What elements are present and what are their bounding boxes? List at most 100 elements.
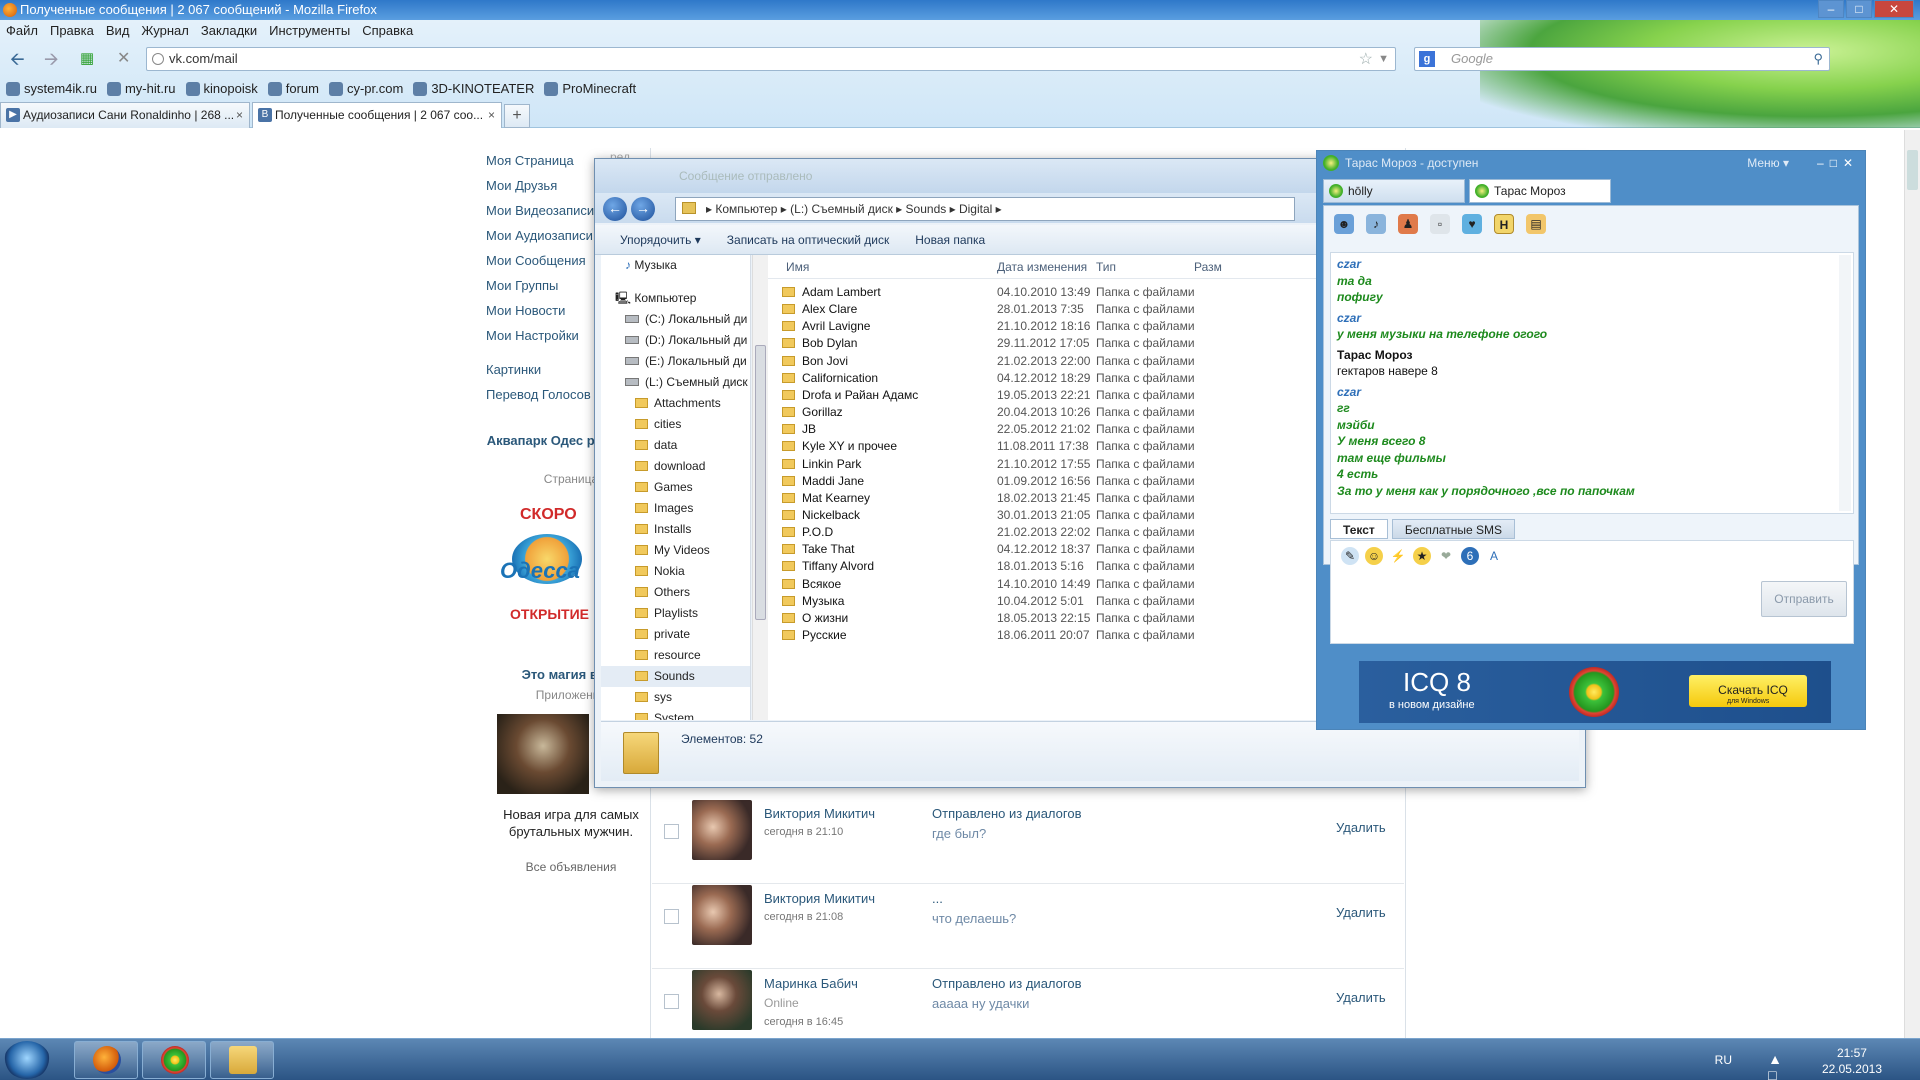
contact-tab[interactable]: Тарас Мороз [1469,179,1611,203]
taskbar-firefox[interactable] [74,1041,138,1079]
tree-item[interactable]: Playlists [601,603,750,624]
menu-item[interactable]: Вид [106,20,130,42]
tree-item[interactable]: Installs [601,519,750,540]
toolbar-button[interactable]: Записать на оптический диск [727,225,890,254]
menu-item[interactable]: Файл [6,20,38,42]
delete-link[interactable]: Удалить [1336,990,1386,1005]
tree-item[interactable]: Images [601,498,750,519]
sender-name[interactable]: Виктория Микитич [764,806,875,821]
contacts-icon[interactable]: ♟ [1398,214,1418,234]
tray-icons[interactable]: ▲ □ ♪ [1768,1051,1782,1080]
tree-item[interactable]: My Videos [601,540,750,561]
microphone-icon[interactable]: ♪ [1366,214,1386,234]
tree-scrollbar[interactable] [752,255,768,720]
message-preview[interactable]: что делаешь? [932,911,1016,926]
back-arrow-icon[interactable]: ← [603,197,627,221]
close-icon[interactable]: × [488,103,495,127]
profile-icon[interactable]: ☻ [1334,214,1354,234]
breadcrumb-separator-icon[interactable]: ▸ [893,202,906,216]
tree-item[interactable]: (D:) Локальный ди [601,330,750,351]
icq-menu[interactable]: Меню ▾ [1747,151,1789,175]
lightning-icon[interactable]: ⚡ [1389,547,1407,565]
page-scrollbar[interactable] [1904,130,1920,1040]
avatar[interactable] [692,970,752,1030]
breadcrumb-segment[interactable]: Компьютер [715,202,777,216]
sender-name[interactable]: Виктория Микитич [764,891,875,906]
chevron-down-icon[interactable]: ▼ [1378,48,1389,70]
message-checkbox[interactable] [664,994,679,1009]
tree-item[interactable]: (E:) Локальный ди [601,351,750,372]
bookmark-item[interactable]: cy-pr.com [328,78,403,100]
message-subject[interactable]: ... [932,891,943,906]
browser-tab[interactable]: B Полученные сообщения | 2 067 соо... × [252,102,502,128]
scrollbar-thumb[interactable] [1907,150,1918,190]
breadcrumb-separator-icon[interactable]: ▸ [777,202,790,216]
avatar[interactable] [692,800,752,860]
breadcrumb-separator-icon[interactable]: ▸ [946,202,959,216]
menu-item[interactable]: Инструменты [269,20,350,42]
close-button[interactable]: ✕ [1874,0,1914,18]
send-button[interactable]: Отправить [1761,581,1847,617]
delete-link[interactable]: Удалить [1336,820,1386,835]
breadcrumb-segment[interactable]: Sounds [906,202,947,216]
bookmark-item[interactable]: ProMinecraft [544,78,636,100]
tree-item[interactable]: ♪ Музыка [601,255,750,276]
column-header[interactable]: Имя [786,255,809,279]
bookmark-item[interactable]: forum [267,78,319,100]
smiley-icon[interactable]: ☺ [1365,547,1383,565]
explorer-address-bar[interactable]: ▸ Компьютер ▸ (L:) Съемный диск ▸ Sounds… [675,197,1295,221]
translate-icon[interactable]: 6 [1461,547,1479,565]
close-icon[interactable]: × [236,103,243,127]
menu-item[interactable]: Справка [362,20,413,42]
tree-item[interactable]: (L:) Съемный диск [601,372,750,393]
column-header[interactable]: Разм [1194,255,1222,279]
input-tab[interactable]: Текст [1330,519,1388,539]
stop-icon[interactable]: ✕ [117,50,130,68]
breadcrumb-segment[interactable]: Digital [959,202,992,216]
message-row[interactable]: Виктория Микитич сегодня в 21:10 Отправлен… [652,800,1404,884]
avatar[interactable] [692,885,752,945]
tree-item[interactable]: (C:) Локальный ди [601,309,750,330]
google-icon[interactable]: g [1419,51,1435,67]
menu-item[interactable]: Журнал [141,20,188,42]
contact-tab[interactable]: hōlly [1323,179,1465,203]
ad-text[interactable]: Новая игра для самых брутальных мужчин. [486,806,656,840]
message-checkbox[interactable] [664,824,679,839]
edit-icon[interactable]: ✎ [1341,547,1359,565]
search-icon[interactable]: ⚲ [1813,48,1823,70]
taskbar-explorer[interactable] [210,1041,274,1079]
tree-item[interactable]: resource [601,645,750,666]
taskbar-icq[interactable] [142,1041,206,1079]
back-arrow-icon[interactable]: 🡨 [10,50,25,68]
tree-item[interactable]: private [601,624,750,645]
delete-link[interactable]: Удалить [1336,905,1386,920]
icq-window-controls[interactable]: –□✕ [1817,151,1859,175]
maximize-button[interactable]: □ [1846,0,1872,18]
input-tab[interactable]: Бесплатные SMS [1391,519,1516,539]
clock[interactable]: 21:57 22.05.2013 [1822,1045,1882,1077]
breadcrumb-segment[interactable]: (L:) Съемный диск [790,202,893,216]
menu-item[interactable]: Закладки [201,20,257,42]
history-icon[interactable]: H [1494,214,1514,234]
download-button[interactable]: Скачать ICQ для Windows [1689,675,1807,707]
sender-name[interactable]: Маринка Бабич [764,976,858,991]
start-button[interactable] [4,1041,50,1079]
font-icon[interactable]: A [1485,547,1503,565]
star-icon[interactable]: ☆ [1359,49,1373,71]
bookmark-item[interactable]: kinopoisk [185,78,258,100]
minimize-button[interactable]: – [1818,0,1844,18]
icq-banner[interactable]: ICQ 8 в новом дизайне Скачать ICQ для Win… [1359,661,1831,723]
browser-tab[interactable]: ▶ Аудиозаписи Сани Ronaldinho | 268 ... × [0,102,250,128]
tree-item[interactable]: sys [601,687,750,708]
toolbar-button[interactable]: Упорядочить ▾ [620,225,701,254]
tree-item[interactable]: Others [601,582,750,603]
breadcrumb-separator-icon[interactable]: ▸ [706,202,715,216]
message-subject[interactable]: Отправлено из диалогов [932,806,1081,821]
forward-arrow-icon[interactable]: → [631,197,655,221]
column-header[interactable]: Дата изменения [997,255,1087,279]
tree-item[interactable]: download [601,456,750,477]
column-header[interactable]: Тип [1096,255,1116,279]
games-icon[interactable]: ♥ [1462,214,1482,234]
tree-item[interactable]: 🖳 Компьютер [601,288,750,309]
message-subject[interactable]: Отправлено из диалогов [932,976,1081,991]
